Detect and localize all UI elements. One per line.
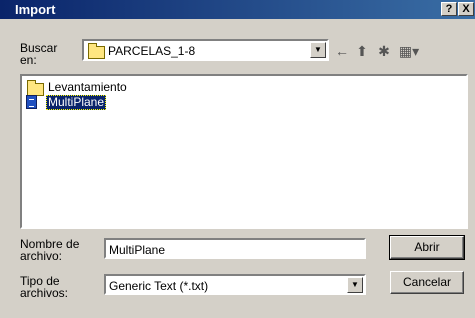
- filename-label: Nombre de archivo:: [20, 237, 80, 263]
- look-in-combo[interactable]: PARCELAS_1-8 ▼: [82, 39, 329, 61]
- document-icon: [26, 95, 37, 109]
- filename-value: MultiPlane: [109, 243, 166, 257]
- window-title: Import: [15, 2, 56, 17]
- filename-field[interactable]: MultiPlane: [104, 238, 366, 259]
- help-button[interactable]: ?: [441, 2, 457, 16]
- file-name: MultiPlane: [46, 95, 107, 110]
- view-menu-icon[interactable]: ▦▾: [398, 44, 420, 58]
- cancel-button[interactable]: Cancelar: [390, 271, 464, 294]
- look-in-value: PARCELAS_1-8: [108, 44, 196, 58]
- chevron-down-icon[interactable]: ▼: [310, 42, 326, 58]
- filetype-select[interactable]: Generic Text (*.txt) ▼: [104, 274, 366, 295]
- new-folder-icon[interactable]: ✱: [376, 44, 392, 58]
- open-button[interactable]: Abrir: [389, 235, 465, 260]
- close-button[interactable]: X: [458, 2, 474, 16]
- back-arrow-icon[interactable]: ←: [334, 44, 350, 58]
- file-list[interactable]: Levantamiento MultiPlane: [20, 74, 468, 229]
- file-name: Levantamiento: [48, 80, 127, 94]
- filetype-label: Tipo de archivos:: [20, 274, 69, 300]
- title-bar: Import ? X: [0, 0, 475, 19]
- folder-icon: [88, 43, 105, 59]
- filetype-value: Generic Text (*.txt): [109, 279, 209, 293]
- up-folder-icon[interactable]: ⬆: [354, 44, 370, 58]
- look-in-label: Buscar en:: [20, 41, 58, 67]
- chevron-down-icon[interactable]: ▼: [347, 277, 363, 293]
